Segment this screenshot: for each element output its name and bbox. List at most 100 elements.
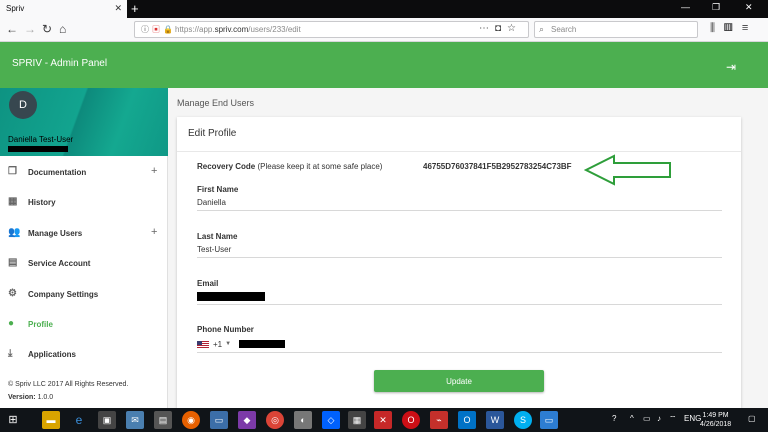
sidebar-footer: © Spriv LLC 2017 All Rights Reserved. Ve… [8, 378, 128, 404]
url-text[interactable]: https://app.spriv.com/users/233/edit [175, 25, 301, 34]
browser-tab-bar: Spriv ✕ + — ❐ ✕ [0, 0, 768, 18]
country-code[interactable]: +1 [213, 340, 222, 349]
tray-up-icon[interactable]: ^ [630, 414, 634, 423]
avatar[interactable]: D [9, 91, 37, 119]
sidebar: D Daniella Test-User ❐ Documentation + ▦… [0, 88, 168, 408]
sidebar-item-company-settings[interactable]: ⚙ Company Settings [0, 280, 168, 310]
account-box-icon: ▤ [8, 257, 18, 269]
first-name-input[interactable]: Daniella [197, 198, 722, 208]
new-tab-button[interactable]: + [131, 1, 139, 16]
search-bar[interactable]: ⌕ Search [534, 21, 698, 38]
url-bar[interactable]: ⓘ▣🔒 https://app.spriv.com/users/233/edit… [134, 21, 529, 38]
sidebar-item-history[interactable]: ▦ History [0, 188, 168, 218]
word-icon[interactable]: W [486, 411, 504, 429]
close-window-icon[interactable]: ✕ [745, 2, 753, 13]
wifi-icon[interactable]: ⌔ [669, 414, 677, 424]
tab-title: Spriv [6, 4, 25, 13]
app2-icon[interactable]: ◐ [294, 411, 312, 429]
store-icon[interactable]: ▣ [98, 411, 116, 429]
recovery-code: 46755D76037841F5B2952783254C73BF [423, 162, 572, 171]
reload-icon[interactable]: ↻ [42, 22, 52, 36]
sidebar-item-applications[interactable]: ⤓ Applications [0, 340, 168, 370]
first-name-label: First Name [197, 185, 239, 194]
help-icon[interactable]: ? [612, 414, 616, 423]
last-name-label: Last Name [197, 232, 238, 241]
card-title: Edit Profile [188, 128, 237, 139]
restore-icon[interactable]: ❐ [712, 2, 720, 13]
firefox-icon[interactable]: ◉ [182, 411, 200, 429]
app3-icon[interactable]: ✕ [374, 411, 392, 429]
redacted-email [197, 292, 265, 302]
app-header: SPRIV - Admin Panel ⇥ [0, 42, 768, 88]
sidebar-item-manage-users[interactable]: 👥 Manage Users + [0, 219, 168, 249]
opera-icon[interactable]: O [402, 411, 420, 429]
version-info: Version: 1.0.0 [8, 394, 54, 401]
phone-label: Phone Number [197, 325, 254, 334]
app4-icon[interactable]: ▭ [540, 411, 558, 429]
volume-icon[interactable]: ♪ [657, 414, 661, 423]
expand-icon[interactable]: + [151, 226, 157, 238]
redacted-user-info [8, 146, 68, 152]
search-placeholder: Search [551, 25, 577, 34]
app-icon[interactable]: ▤ [154, 411, 172, 429]
browser-tab[interactable]: Spriv ✕ [0, 0, 127, 18]
windows-start-icon[interactable]: ⊞ [4, 411, 22, 429]
library-sidebar-menu-icons[interactable]: ⫼▥≡ [710, 22, 757, 35]
annotation-arrow [584, 154, 671, 186]
user-name: Daniella Test-User [8, 135, 74, 144]
browser-nav-bar: ← → ↻ ⌂ ⓘ▣🔒 https://app.spriv.com/users/… [0, 18, 768, 42]
people-icon: 👥 [8, 226, 21, 238]
logout-icon[interactable]: ⇥ [726, 60, 736, 74]
taskbar: ⊞ ▬ e ▣ ✉ ▤ ◉ ▭ ◆ ◎ ◐ ◇ ▦ ✕ O ⌁ O W S ▭ … [0, 408, 768, 432]
edge-icon[interactable]: e [70, 411, 88, 429]
phone-input[interactable]: +1 ▼ [197, 338, 722, 350]
dropbox-icon[interactable]: ◇ [322, 411, 340, 429]
gear-icon: ⚙ [8, 287, 17, 299]
skype-icon[interactable]: S [514, 411, 532, 429]
clock[interactable]: 1:49 PM 4/26/2018 [700, 411, 731, 429]
sidebar-item-documentation[interactable]: ❐ Documentation + [0, 158, 168, 188]
chevron-down-icon[interactable]: ▼ [225, 341, 231, 347]
copy-icon: ❐ [8, 166, 17, 177]
chrome-icon[interactable]: ◎ [266, 411, 284, 429]
divider [177, 151, 741, 152]
remote-desktop-icon[interactable]: ▭ [210, 411, 228, 429]
copyright: © Spriv LLC 2017 All Rights Reserved. [8, 381, 129, 388]
email-field[interactable]: Email [197, 279, 722, 305]
sidebar-item-service-account[interactable]: ▤ Service Account [0, 249, 168, 279]
language-indicator[interactable]: ENG [684, 414, 701, 423]
map-icon: ▦ [8, 196, 18, 208]
first-name-field[interactable]: First Name Daniella [197, 185, 722, 211]
edit-profile-card: Edit Profile Recovery Code (Please keep … [177, 117, 741, 408]
notifications-icon[interactable]: ▢ [748, 414, 756, 423]
mail-icon[interactable]: ✉ [126, 411, 144, 429]
recovery-code-label: Recovery Code (Please keep it at some sa… [197, 162, 383, 171]
visual-studio-icon[interactable]: ◆ [238, 411, 256, 429]
site-info-icons[interactable]: ⓘ▣🔒 [141, 24, 176, 35]
update-button[interactable]: Update [374, 370, 544, 392]
breadcrumb: Manage End Users [177, 98, 255, 108]
email-input[interactable] [197, 292, 722, 302]
phone-field[interactable]: Phone Number +1 ▼ [197, 325, 722, 353]
email-label: Email [197, 279, 219, 288]
network-icon[interactable]: ▭ [643, 414, 651, 423]
acrobat-icon[interactable]: ⌁ [430, 411, 448, 429]
person-icon: ● [8, 317, 15, 329]
search-icon: ⌕ [539, 24, 545, 34]
outlook-icon[interactable]: O [458, 411, 476, 429]
minimize-icon[interactable]: — [681, 2, 690, 12]
last-name-input[interactable]: Test-User [197, 245, 722, 255]
sidebar-profile: D Daniella Test-User [0, 88, 168, 156]
expand-icon[interactable]: + [151, 165, 157, 177]
calculator-icon[interactable]: ▦ [348, 411, 366, 429]
us-flag-icon[interactable] [197, 340, 209, 348]
forward-icon[interactable]: → [24, 22, 36, 36]
back-icon[interactable]: ← [6, 22, 18, 36]
last-name-field[interactable]: Last Name Test-User [197, 232, 722, 258]
home-icon[interactable]: ⌂ [59, 22, 66, 36]
sidebar-item-profile[interactable]: ● Profile [0, 310, 168, 340]
download-icon: ⤓ [8, 348, 13, 360]
page-actions-icons[interactable]: ⋯◘☆ [479, 23, 522, 34]
file-explorer-icon[interactable]: ▬ [42, 411, 60, 429]
close-tab-icon[interactable]: ✕ [114, 3, 122, 14]
